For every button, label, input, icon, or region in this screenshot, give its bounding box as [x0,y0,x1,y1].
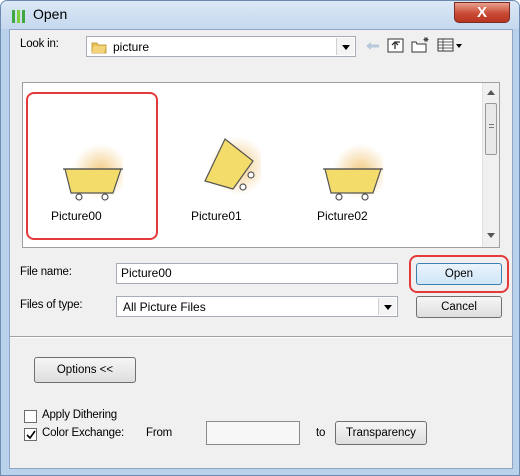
check-icon [26,430,36,440]
folder-icon [91,42,107,54]
files-of-type-value: All Picture Files [123,300,206,314]
view-menu-icon[interactable] [436,36,466,54]
files-of-type-dropdown[interactable]: All Picture Files [116,296,398,317]
file-name-label: File name: [20,266,72,278]
options-button[interactable]: Options << [34,357,136,383]
open-dialog: Open X Look in: picture Picture00 Pictur… [0,0,520,476]
open-button-highlight [409,255,509,293]
app-icon [12,10,25,23]
apply-dithering-label: Apply Dithering [42,409,117,421]
scroll-down-icon[interactable] [487,233,495,239]
from-label: From [146,427,173,439]
selection-highlight [26,92,158,240]
transparency-button[interactable]: Transparency [335,421,427,445]
look-in-dropdown[interactable]: picture [86,36,356,57]
chevron-down-icon [378,298,396,315]
new-folder-icon[interactable] [410,35,432,55]
apply-dithering-checkbox[interactable] [24,410,37,423]
thumbnail-label: Picture01 [191,209,242,223]
cancel-button[interactable]: Cancel [416,296,502,318]
scroll-thumb[interactable] [485,103,497,155]
vertical-scrollbar[interactable] [482,83,499,247]
from-color-field[interactable] [206,421,300,445]
up-folder-icon[interactable] [386,36,406,54]
file-name-input[interactable]: Picture00 [116,263,398,284]
thumbnail-label: Picture02 [317,209,368,223]
color-exchange-label: Color Exchange: [42,427,125,439]
scroll-up-icon[interactable] [487,89,495,95]
cart-thumbnail-icon [323,141,383,201]
look-in-label: Look in: [20,38,59,50]
files-of-type-label: Files of type: [20,299,83,311]
back-arrow-icon[interactable] [363,38,383,54]
close-icon: X [476,4,487,21]
to-label: to [316,427,326,439]
window-title: Open [33,6,68,22]
chevron-down-icon [336,38,354,55]
list-item[interactable] [309,141,395,205]
color-exchange-checkbox[interactable] [24,428,37,441]
dialog-body: Look in: picture Picture00 Picture01 Pic… [9,29,513,469]
grip-icon [489,124,494,128]
title-bar[interactable]: Open X [1,1,519,29]
list-item[interactable] [183,107,269,205]
look-in-value: picture [113,40,150,54]
close-button[interactable]: X [454,2,510,23]
cart-thumbnail-icon [203,137,261,195]
section-divider [10,336,512,338]
